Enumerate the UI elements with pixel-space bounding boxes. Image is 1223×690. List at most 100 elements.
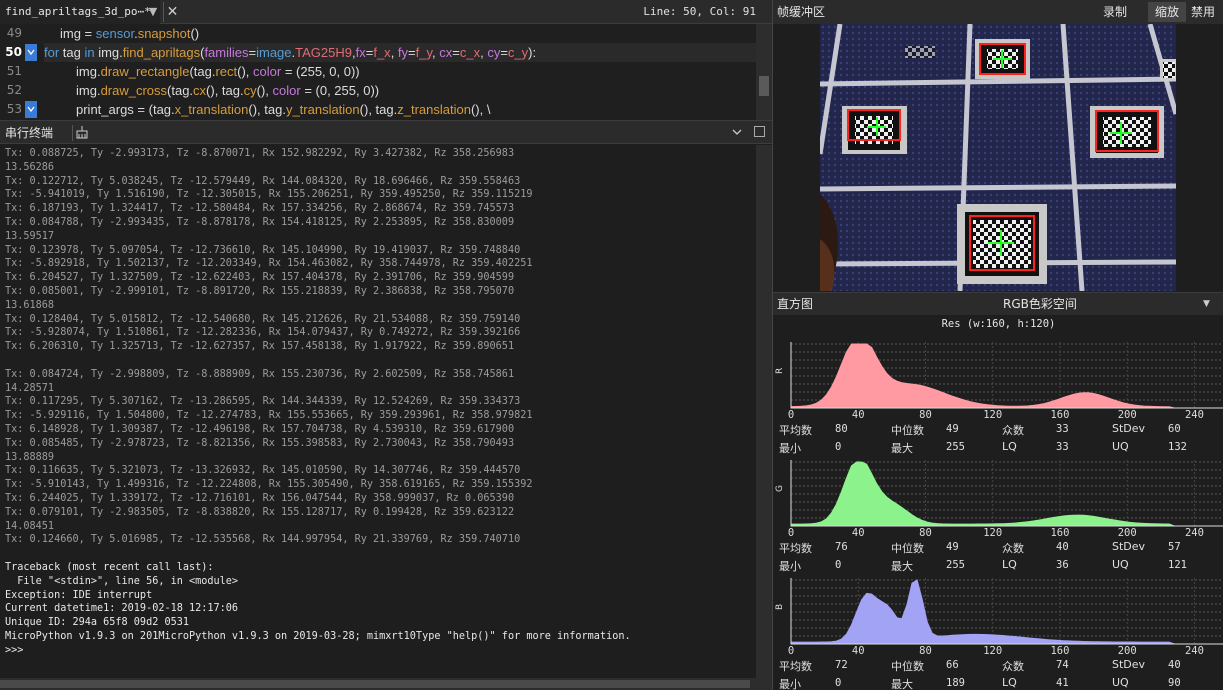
code-line: img.draw_rectangle(tag.rect(), color = (… xyxy=(76,62,360,81)
x-tick-label: 0 xyxy=(788,527,794,536)
x-tick-label: 120 xyxy=(983,409,1002,418)
fold-marker-icon[interactable] xyxy=(25,101,37,118)
x-tick-label: 40 xyxy=(852,527,865,536)
terminal-line: Tx: 0.079101, Ty -2.983505, Tz -8.838820… xyxy=(5,506,515,518)
scrollbar-thumb[interactable] xyxy=(759,76,769,96)
terminal-line: Tx: 0.084788, Ty -2.993435, Tz -8.878178… xyxy=(5,216,515,228)
stat-value-min: 0 xyxy=(835,441,842,453)
terminal-line: Tx: 6.206310, Ty 1.325713, Tz -12.627357… xyxy=(5,341,515,353)
terminal-line: Tx: 6.244025, Ty 1.339172, Tz -12.716101… xyxy=(5,492,515,504)
terminal-line: Tx: 0.116635, Ty 5.321073, Tz -13.326932… xyxy=(5,465,521,477)
code-line: img = sensor.snapshot() xyxy=(60,24,199,43)
channel-label: B xyxy=(775,604,785,610)
x-tick-label: 80 xyxy=(919,645,932,654)
stat-value-uq: 121 xyxy=(1168,559,1187,571)
x-tick-label: 240 xyxy=(1185,527,1204,536)
terminal-line: Tx: 0.088725, Ty -2.993173, Tz -8.870071… xyxy=(5,148,515,159)
histogram-g: G 0 40 80 120 160 200 240 平均数 76 中位数 49 众数 40 StDev 57 最… xyxy=(773,456,1223,574)
stat-value-stdev: 40 xyxy=(1168,659,1181,671)
stat-label-min: 最小 xyxy=(779,560,801,573)
terminal-line: Tx: 0.128404, Ty 5.015812, Tz -12.540680… xyxy=(5,313,521,325)
code-line-text: img.draw_rectangle(tag.rect(), color = (… xyxy=(76,64,360,79)
chevron-down-icon[interactable]: ▼ xyxy=(1203,293,1210,316)
terminal-line: 13.59517 xyxy=(5,230,55,242)
fold-marker-icon[interactable] xyxy=(25,44,37,61)
ide-left-pane: find_apriltags_3d_po⋯* ▼ ✕ Line: 50, Col… xyxy=(0,0,772,690)
histogram-plot: B 0 40 80 120 160 200 240 xyxy=(775,578,1223,654)
stat-value-mean: 80 xyxy=(835,423,848,435)
stat-value-median: 49 xyxy=(946,423,959,435)
editor-scrollbar[interactable] xyxy=(756,24,772,120)
record-button[interactable]: 录制 xyxy=(1100,2,1130,22)
code-area[interactable]: img = sensor.snapshot() for tag in img.f… xyxy=(44,24,756,120)
x-tick-label: 120 xyxy=(983,527,1002,536)
terminal-line: 14.08451 xyxy=(5,520,55,532)
stat-label-max: 最大 xyxy=(891,442,913,455)
stat-value-mean: 76 xyxy=(835,541,848,553)
stat-label-uq: UQ xyxy=(1112,558,1129,571)
line-number: 52 xyxy=(6,83,22,97)
code-line-text: img.draw_cross(tag.cx(), tag.cy(), color… xyxy=(76,83,380,98)
stat-label-lq: LQ xyxy=(1002,440,1017,453)
disable-button[interactable]: 禁用 xyxy=(1186,2,1220,22)
chevron-down-icon[interactable] xyxy=(730,124,744,140)
histogram-r: R 0 40 80 120 160 200 240 平均数 80 中位数 49 众数 33 StDev 60 最… xyxy=(773,338,1223,456)
terminal-line: 13.56286 xyxy=(5,161,55,173)
stat-label-median: 中位数 xyxy=(891,424,924,437)
stat-label-mean: 平均数 xyxy=(779,424,812,437)
terminal-line: Exception: IDE interrupt xyxy=(5,589,153,601)
stat-label-stdev: StDev xyxy=(1112,540,1146,553)
x-tick-label: 40 xyxy=(852,409,865,418)
channel-label: R xyxy=(775,368,785,374)
stat-label-mode: 众数 xyxy=(1002,542,1024,555)
histogram-b: B 0 40 80 120 160 200 240 平均数 72 中位数 66 众数 74 StDev 40 最… xyxy=(773,574,1223,690)
stat-value-lq: 36 xyxy=(1056,559,1069,571)
terminal-line: Tx: -5.929116, Ty 1.504800, Tz -12.27478… xyxy=(5,410,533,422)
stat-label-median: 中位数 xyxy=(891,542,924,555)
terminal-line: Tx: -5.910143, Ty 1.499316, Tz -12.22480… xyxy=(5,479,533,491)
resolution-label: Res (w:160, h:120) xyxy=(941,318,1056,330)
zoom-button[interactable]: 缩放 xyxy=(1148,2,1186,22)
terminal-line: Tx: 6.204527, Ty 1.327509, Tz -12.622403… xyxy=(5,272,515,284)
terminal-line: 13.61868 xyxy=(5,299,55,311)
code-line-text: img = sensor.snapshot() xyxy=(60,26,200,41)
histogram-plot: R 0 40 80 120 160 200 240 xyxy=(775,342,1223,418)
file-tab[interactable]: find_apriltags_3d_po⋯* xyxy=(0,0,160,24)
code-line: img.draw_cross(tag.cx(), tag.cy(), color… xyxy=(76,81,379,100)
stat-value-mode: 33 xyxy=(1056,423,1069,435)
terminal-line: 13.88889 xyxy=(5,451,55,463)
tab-menu-icon[interactable]: ▼ xyxy=(145,2,161,22)
stat-value-mode: 74 xyxy=(1056,659,1069,671)
line-number-gutter: 49 50 51 52 53 xyxy=(0,24,42,120)
terminal-line: Tx: 0.122712, Ty 5.038245, Tz -12.579449… xyxy=(5,175,521,187)
code-editor[interactable]: 49 50 51 52 53 img = sensor.snapshot() f… xyxy=(0,24,772,120)
stat-value-median: 49 xyxy=(946,541,959,553)
stat-label-mean: 平均数 xyxy=(779,542,812,555)
ide-right-pane: 帧缓冲区 录制 缩放 禁用 直方图 RGB色彩空间 ▼ Res (w:160, … xyxy=(772,0,1223,690)
serial-terminal[interactable]: Tx: 0.088725, Ty -2.993173, Tz -8.870071… xyxy=(0,145,756,678)
cursor-position: Line: 50, Col: 91 xyxy=(643,5,756,18)
stat-value-uq: 132 xyxy=(1168,441,1187,453)
maximize-icon[interactable] xyxy=(754,126,765,137)
terminal-line: Tx: 0.117295, Ty 5.307162, Tz -13.286595… xyxy=(5,396,521,408)
stat-label-mean: 平均数 xyxy=(779,660,812,673)
scrollbar-thumb[interactable] xyxy=(0,680,750,688)
colorspace-select[interactable]: RGB色彩空间 xyxy=(1003,293,1077,316)
stat-value-max: 255 xyxy=(946,441,965,453)
close-tab-icon[interactable]: ✕ xyxy=(163,2,181,22)
framebuffer-view[interactable] xyxy=(820,24,1176,291)
x-tick-label: 160 xyxy=(1050,527,1069,536)
x-tick-label: 200 xyxy=(1118,645,1137,654)
stat-label-lq: LQ xyxy=(1002,676,1017,689)
x-tick-label: 160 xyxy=(1050,409,1069,418)
clear-terminal-icon[interactable] xyxy=(72,125,88,141)
terminal-scrollbar[interactable] xyxy=(756,145,772,678)
x-tick-label: 40 xyxy=(852,645,865,654)
stat-value-lq: 33 xyxy=(1056,441,1069,453)
framebuffer-header: 帧缓冲区 录制 缩放 禁用 xyxy=(773,0,1223,24)
stat-value-max: 189 xyxy=(946,677,965,689)
terminal-header: 串行终端 xyxy=(0,120,772,144)
x-tick-label: 240 xyxy=(1185,409,1204,418)
terminal-hscrollbar[interactable] xyxy=(0,678,772,690)
